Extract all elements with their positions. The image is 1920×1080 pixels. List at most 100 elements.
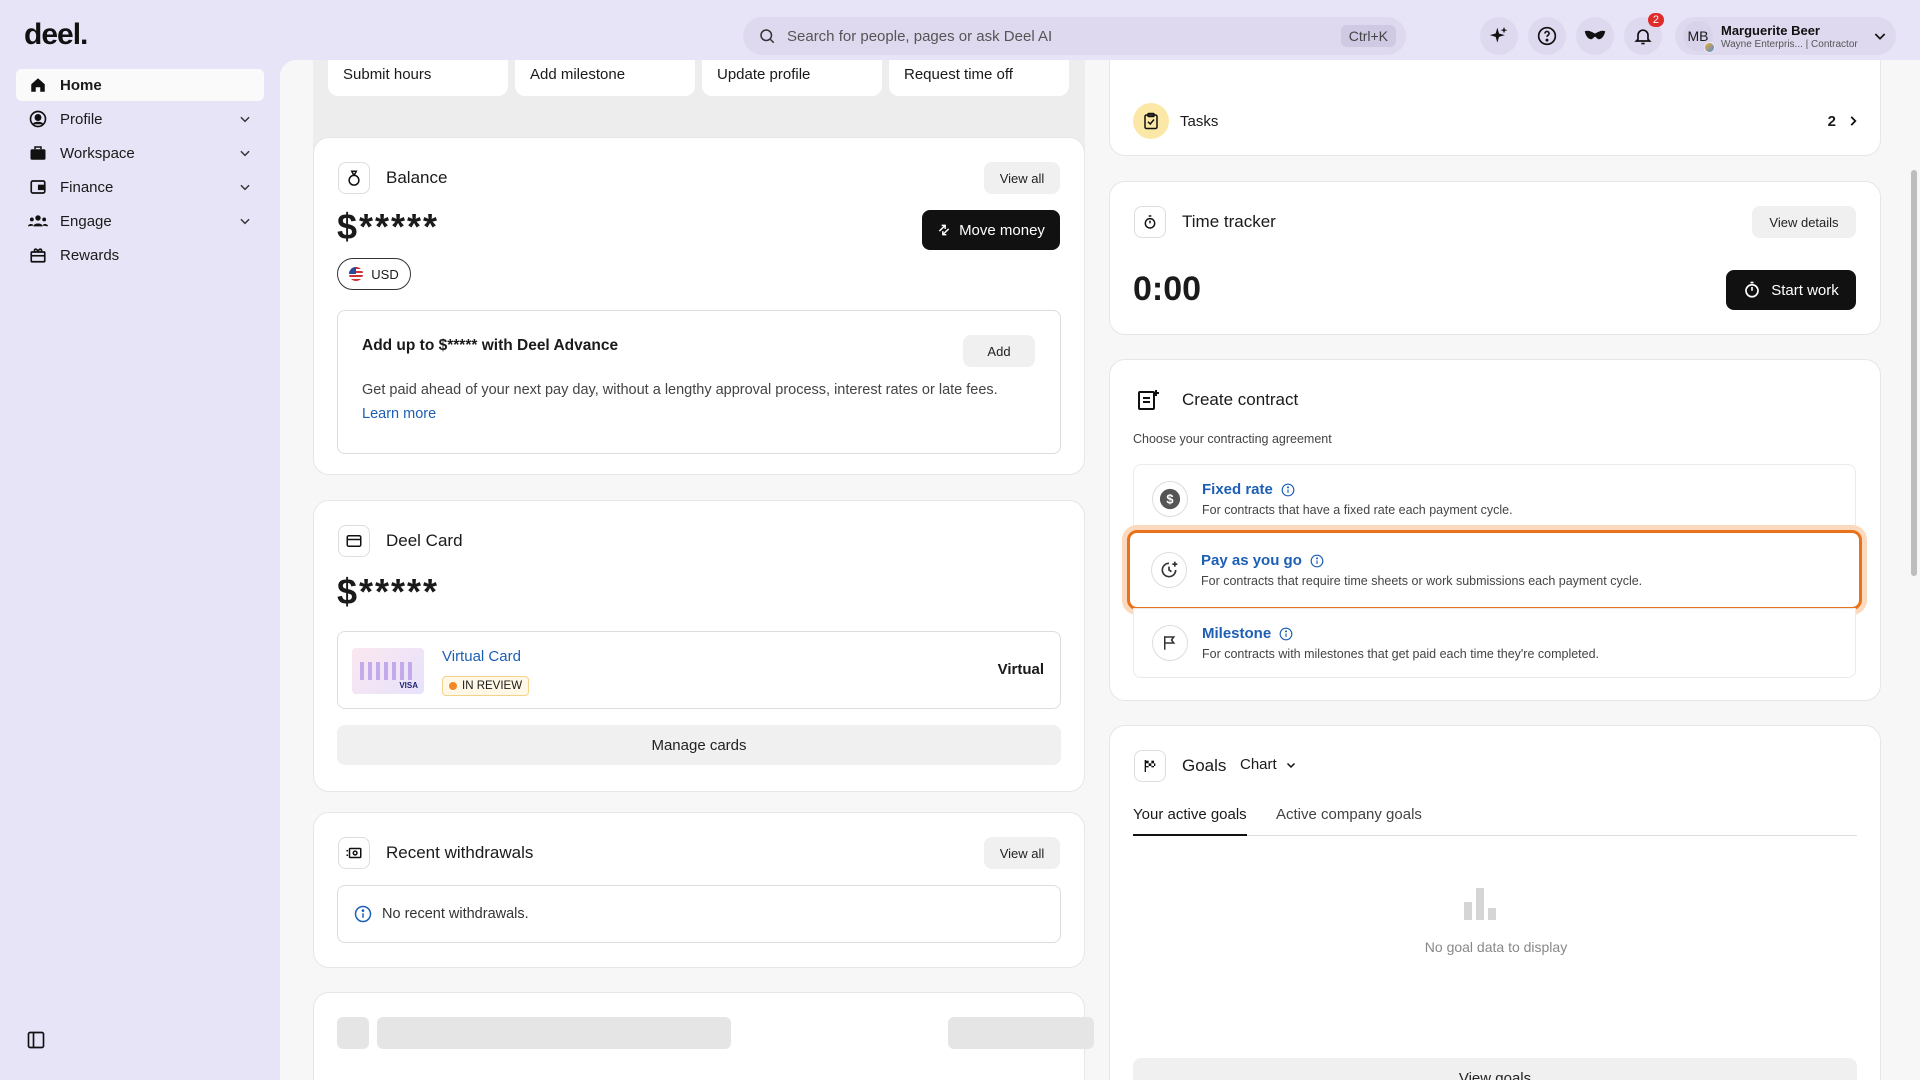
user-menu[interactable]: MB Marguerite Beer Wayne Enterpris... | …	[1675, 17, 1896, 55]
info-icon[interactable]	[1279, 627, 1293, 641]
bell-icon	[1634, 29, 1652, 45]
time-tracker-card: Time tracker View details 0:00 Start wor…	[1109, 181, 1881, 335]
avatar-initials: MB	[1687, 28, 1709, 44]
user-name: Marguerite Beer	[1721, 22, 1820, 38]
view-goals-button[interactable]: View goals	[1133, 1058, 1857, 1080]
company-logo-icon	[1704, 42, 1715, 53]
skeleton-icon	[337, 1017, 369, 1049]
goals-view-label: Chart	[1240, 756, 1277, 773]
search-input[interactable]	[787, 27, 1341, 45]
virtual-card-name[interactable]: Virtual Card	[442, 648, 521, 665]
perks-button[interactable]	[1576, 17, 1614, 55]
quick-action-add-milestone[interactable]: Add milestone	[515, 60, 695, 96]
scrollbar[interactable]	[1908, 60, 1920, 1080]
mask-icon	[1584, 30, 1606, 40]
chevron-down-icon	[240, 116, 250, 123]
view-details-button[interactable]: View details	[1752, 206, 1856, 238]
withdrawals-empty-text: No recent withdrawals.	[382, 906, 529, 922]
main-content: Submit hours Add milestone Update profil…	[280, 60, 1920, 1080]
info-icon[interactable]	[1281, 483, 1295, 497]
advance-desc-text: Get paid ahead of your next pay day, wit…	[362, 382, 998, 398]
manage-cards-button[interactable]: Manage cards	[337, 725, 1061, 765]
info-icon[interactable]	[1310, 554, 1324, 568]
search-bar[interactable]: Ctrl+K	[743, 17, 1406, 55]
clock-plus-icon	[1151, 552, 1187, 588]
chevron-down-icon	[1874, 33, 1886, 40]
sidebar-item-engage[interactable]: Engage	[16, 205, 264, 237]
currency-label: USD	[371, 266, 399, 282]
goals-empty-text: No goal data to display	[1424, 939, 1568, 955]
money-bag-icon	[338, 162, 370, 194]
time-display: 0:00	[1133, 270, 1202, 308]
skeleton-title	[377, 1017, 731, 1049]
learn-more-link[interactable]: Learn more	[362, 406, 436, 422]
pay-as-you-go-description: For contracts that require time sheets o…	[1201, 574, 1643, 588]
briefcase-icon	[28, 143, 48, 163]
tab-your-active-goals[interactable]: Your active goals	[1133, 804, 1247, 836]
checkered-flag-icon	[1134, 750, 1166, 782]
dollar-coin-icon: $	[1152, 481, 1188, 517]
quick-action-update-profile[interactable]: Update profile	[702, 60, 882, 96]
timer-icon	[1745, 281, 1760, 298]
ai-sparkle-button[interactable]	[1480, 17, 1518, 55]
sidebar-item-finance[interactable]: Finance	[16, 171, 264, 203]
time-tracker-title: Time tracker	[1182, 212, 1276, 231]
move-money-button[interactable]: Move money	[922, 210, 1060, 250]
sidebar-item-rewards[interactable]: Rewards	[16, 239, 264, 271]
withdrawals-view-all-button[interactable]: View all	[984, 837, 1060, 869]
currency-chip[interactable]: USD	[337, 258, 411, 290]
us-flag-icon	[349, 267, 364, 281]
gift-icon	[28, 245, 48, 265]
sidebar-item-label: Finance	[60, 178, 114, 196]
card-thumbnail-icon: VISA	[352, 648, 424, 694]
sidebar-item-label: Profile	[60, 110, 103, 128]
fixed-rate-description: For contracts that have a fixed rate eac…	[1202, 503, 1513, 517]
chevron-down-icon	[240, 218, 250, 225]
user-circle-icon	[28, 109, 48, 129]
deel-card-card: Deel Card $***** VISA Virtual Card IN RE…	[313, 500, 1085, 792]
goals-view-dropdown[interactable]: Chart	[1240, 756, 1297, 773]
sidebar: Home Profile Workspace Finance Engage Re…	[16, 69, 264, 273]
help-icon	[1537, 26, 1557, 46]
card-type: Virtual	[997, 661, 1044, 678]
sidebar-item-profile[interactable]: Profile	[16, 103, 264, 135]
fixed-rate-title: Fixed rate	[1202, 481, 1273, 498]
stopwatch-icon	[1134, 206, 1166, 238]
notifications-button[interactable]: 2	[1624, 13, 1664, 55]
tasks-row[interactable]: Tasks 2	[1180, 103, 1860, 139]
virtual-card-row[interactable]: VISA Virtual Card IN REVIEW Virtual	[337, 631, 1061, 709]
tab-active-company-goals[interactable]: Active company goals	[1276, 806, 1422, 823]
move-money-label: Move money	[959, 221, 1045, 239]
status-dot-icon	[449, 682, 457, 690]
advance-add-button[interactable]: Add	[963, 335, 1035, 367]
cash-icon	[338, 837, 370, 869]
contract-option-milestone[interactable]: Milestone For contracts with milestones …	[1133, 608, 1856, 678]
help-button[interactable]	[1528, 17, 1566, 55]
contract-option-fixed-rate[interactable]: $ Fixed rate For contracts that have a f…	[1133, 464, 1856, 534]
create-contract-subtitle: Choose your contracting agreement	[1133, 432, 1332, 446]
contract-option-pay-as-you-go[interactable]: Pay as you go For contracts that require…	[1127, 530, 1862, 610]
tasks-card: Tasks 2	[1109, 60, 1881, 156]
credit-card-icon	[338, 525, 370, 557]
sidebar-item-home[interactable]: Home	[16, 69, 264, 101]
contract-add-icon	[1136, 388, 1160, 417]
sidebar-toggle-icon	[27, 1031, 45, 1049]
scrollbar-thumb[interactable]	[1911, 170, 1917, 576]
balance-view-all-button[interactable]: View all	[984, 162, 1060, 194]
tasks-count: 2	[1827, 112, 1836, 130]
quick-action-submit-hours[interactable]: Submit hours	[328, 60, 508, 96]
start-work-button[interactable]: Start work	[1726, 270, 1856, 310]
wallet-icon	[28, 177, 48, 197]
user-subtitle: Wayne Enterpris... | Contractor	[1721, 38, 1858, 50]
start-work-label: Start work	[1771, 281, 1839, 299]
skeleton-button	[948, 1017, 1094, 1049]
quick-action-request-time-off[interactable]: Request time off	[889, 60, 1069, 96]
notification-badge: 2	[1647, 13, 1664, 27]
withdrawals-title: Recent withdrawals	[386, 843, 534, 862]
sidebar-item-workspace[interactable]: Workspace	[16, 137, 264, 169]
deel-logo[interactable]: deel.	[24, 18, 88, 52]
sidebar-item-label: Home	[60, 76, 102, 94]
search-icon	[757, 26, 777, 46]
collapse-sidebar-button[interactable]	[26, 1030, 46, 1055]
status-badge: IN REVIEW	[442, 676, 530, 696]
